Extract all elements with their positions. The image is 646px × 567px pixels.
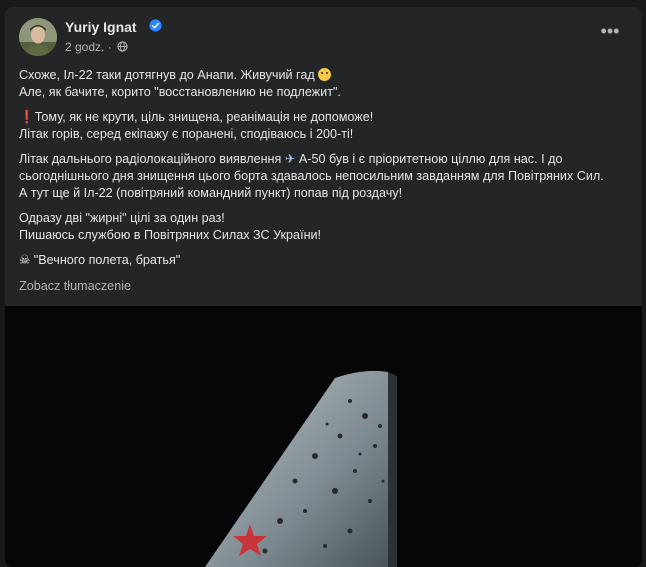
post-card: Yuriy Ignat 2 godz. · ••• Схоже, Іл-22 т… xyxy=(5,7,642,567)
post-photo[interactable] xyxy=(5,306,642,567)
post-text: Схоже, Іл-22 таки дотягнув до Анапи. Жив… xyxy=(19,67,631,277)
post-paragraph: Одразу дві "жирні" цілі за один раз! Пиш… xyxy=(19,210,631,244)
post-timestamp[interactable]: 2 godz. xyxy=(65,40,104,54)
post-line: Одразу дві "жирні" цілі за один раз! xyxy=(19,211,225,225)
globe-icon[interactable] xyxy=(117,41,128,52)
meta-separator: · xyxy=(107,39,112,54)
post-header: Yuriy Ignat 2 godz. · ••• xyxy=(19,18,628,58)
post-meta: 2 godz. · xyxy=(65,39,128,54)
aircraft-tail-image xyxy=(5,306,642,567)
post-line: Пишаюсь службою в Повітряних Силах ЗС Ук… xyxy=(19,228,322,242)
post-line: "Вечного полета, братья" xyxy=(30,253,181,267)
post-line: сьогоднішнього дня знищення цього борта … xyxy=(19,169,604,183)
post-paragraph: Схоже, Іл-22 таки дотягнув до Анапи. Жив… xyxy=(19,67,631,101)
exclamation-icon: ❗ xyxy=(19,110,35,124)
verified-badge-icon xyxy=(149,19,162,32)
post-line: А-50 був і є пріоритетною ціллю для нас.… xyxy=(295,152,563,166)
skull-icon: ☠ xyxy=(19,253,31,267)
post-line: Літак дальнього радіолокаційного виявлен… xyxy=(19,152,285,166)
see-translation-link[interactable]: Zobacz tłumaczenie xyxy=(19,279,131,293)
post-line: Схоже, Іл-22 таки дотягнув до Анапи. Жив… xyxy=(19,68,319,82)
author-name[interactable]: Yuriy Ignat xyxy=(65,19,137,35)
post-line: А тут ще й Іл-22 (повітряний командний п… xyxy=(19,186,403,200)
post-line: Літак горів, серед екіпажу є поранені, с… xyxy=(19,127,354,141)
post-paragraph: ❗Тому, як не крути, ціль знищена, реанім… xyxy=(19,109,631,143)
more-options-button[interactable]: ••• xyxy=(594,22,626,46)
post-line: Але, як бачите, корито "восстановлению н… xyxy=(19,85,341,99)
post-line: Тому, як не крути, ціль знищена, реаніма… xyxy=(34,110,374,124)
confused-face-icon xyxy=(318,68,332,81)
airplane-icon: ✈ xyxy=(284,152,296,166)
author-avatar[interactable] xyxy=(19,18,57,56)
post-paragraph: Літак дальнього радіолокаційного виявлен… xyxy=(19,151,631,202)
avatar-image xyxy=(19,18,57,56)
post-paragraph: ☠ "Вечного полета, братья" xyxy=(19,252,631,269)
